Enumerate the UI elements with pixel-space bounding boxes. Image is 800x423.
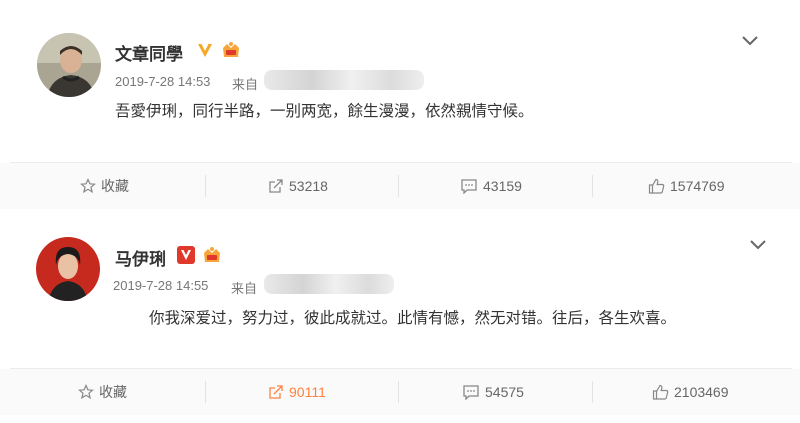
avatar[interactable] <box>36 237 100 301</box>
favorite-label: 收藏 <box>99 384 127 400</box>
repost-icon <box>269 385 283 399</box>
repost-count: 90111 <box>289 384 326 400</box>
comment-icon <box>463 385 479 400</box>
avatar[interactable] <box>37 33 101 97</box>
comment-button[interactable]: 54575 <box>462 369 524 415</box>
verified-v-icon <box>177 246 195 264</box>
like-count: 1574769 <box>670 178 725 194</box>
action-separator <box>592 175 593 197</box>
verified-v-icon <box>198 44 212 57</box>
action-bar: 收藏 90111 54575 2103469 <box>0 369 800 415</box>
author-name[interactable]: 文章同學 <box>115 40 183 65</box>
like-icon <box>648 178 665 194</box>
chevron-down-icon[interactable] <box>740 34 760 48</box>
post-timestamp[interactable]: 2019-7-28 14:55 <box>113 278 208 293</box>
star-icon <box>80 178 96 194</box>
comment-count: 43159 <box>483 178 522 194</box>
repost-button[interactable]: 90111 <box>268 369 326 415</box>
comment-button[interactable]: 43159 <box>460 163 522 209</box>
chevron-down-icon[interactable] <box>748 238 768 252</box>
post-timestamp[interactable]: 2019-7-28 14:53 <box>115 74 210 89</box>
blurred-source <box>264 70 424 90</box>
favorite-label: 收藏 <box>101 178 129 194</box>
star-icon <box>78 384 94 400</box>
comment-icon <box>461 179 477 194</box>
like-icon <box>652 384 669 400</box>
like-count: 2103469 <box>674 384 729 400</box>
weibo-post: 文章同學 2019-7-28 14:53 来自 吾愛伊琍，同行半路，一别两宽，餘… <box>0 0 800 209</box>
favorite-button[interactable]: 收藏 <box>78 369 127 415</box>
action-bar: 收藏 53218 43159 1574769 <box>0 163 800 209</box>
repost-button[interactable]: 53218 <box>268 163 328 209</box>
post-source-label: 来自 <box>232 77 259 92</box>
comment-count: 54575 <box>485 384 524 400</box>
action-separator <box>205 175 206 197</box>
favorite-button[interactable]: 收藏 <box>80 163 129 209</box>
blurred-source <box>264 274 394 294</box>
post-source-label: 来自 <box>231 281 258 296</box>
repost-count: 53218 <box>289 178 328 194</box>
like-button[interactable]: 1574769 <box>648 163 725 209</box>
action-separator <box>398 175 399 197</box>
action-separator <box>592 381 593 403</box>
action-separator <box>205 381 206 403</box>
repost-icon <box>269 179 283 193</box>
crown-badge-icon <box>204 247 220 262</box>
author-name[interactable]: 马伊琍 <box>115 245 166 270</box>
like-button[interactable]: 2103469 <box>652 369 729 415</box>
post-content: 你我深爱过，努力过，彼此成就过。此情有憾，然无对错。往后，各生欢喜。 <box>149 310 677 327</box>
action-separator <box>398 381 399 403</box>
weibo-post: 马伊琍 2019-7-28 14:55 来自 你我深爱过，努力过，彼此成就过。此… <box>0 208 800 423</box>
crown-badge-icon <box>223 42 239 57</box>
post-content: 吾愛伊琍，同行半路，一别两宽，餘生漫漫，依然親情守候。 <box>115 103 534 120</box>
